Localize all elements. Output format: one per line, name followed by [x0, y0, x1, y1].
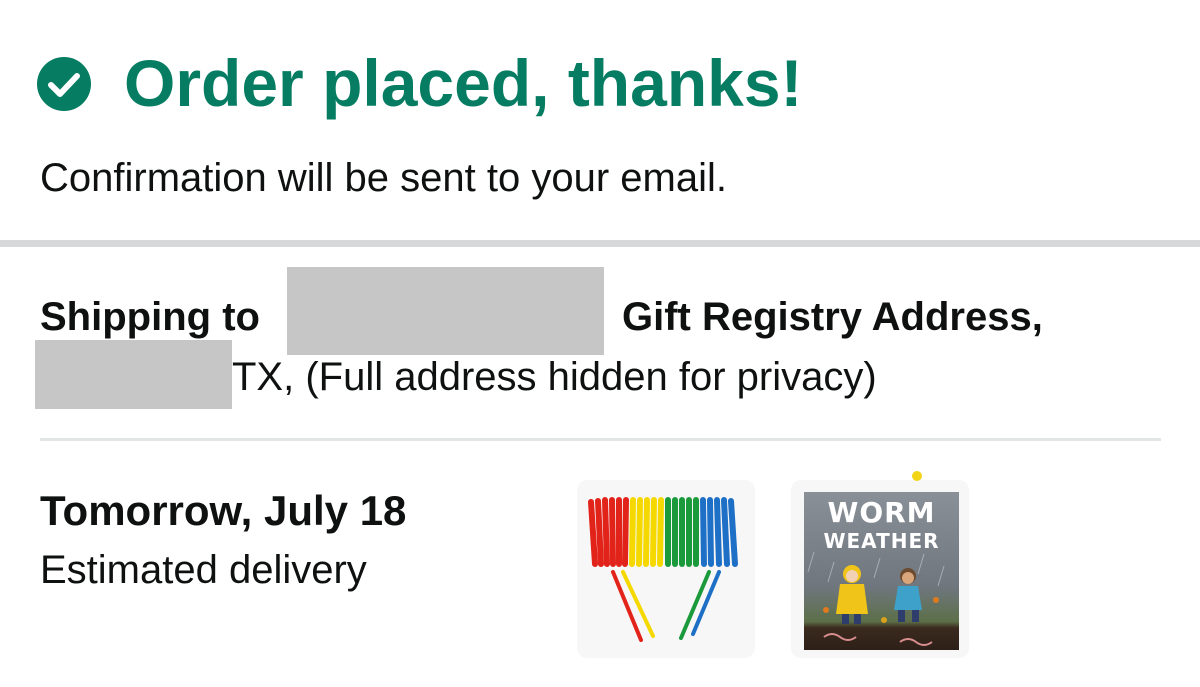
- check-circle-icon: [37, 57, 91, 111]
- shipping-address-line: TX, (Full address hidden for privacy): [232, 355, 877, 399]
- selection-indicator-dot: [912, 471, 922, 481]
- confirmation-message: Confirmation will be sent to your email.: [40, 156, 727, 200]
- product-thumbnail-straws[interactable]: [577, 480, 755, 658]
- product-thumbnail-book[interactable]: WORM WEATHER: [791, 480, 969, 658]
- worm-weather-book-cover-image: WORM WEATHER: [804, 492, 959, 650]
- delivery-divider: [40, 438, 1161, 441]
- shipping-prefix: Shipping to: [40, 295, 260, 339]
- book-cover-subtitle: WEATHER: [823, 529, 940, 553]
- gift-registry-address-label: Gift Registry Address,: [622, 295, 1043, 339]
- page-title: Order placed, thanks!: [124, 46, 803, 120]
- redacted-city-block: [35, 340, 232, 409]
- order-confirmation-header: Order placed, thanks! Confirmation will …: [0, 0, 1200, 240]
- section-divider: [0, 240, 1200, 247]
- redacted-name-block: [287, 267, 604, 355]
- delivery-date: Tomorrow, July 18: [40, 487, 407, 534]
- estimated-delivery-label: Estimated delivery: [40, 548, 367, 592]
- colored-straws-product-image: [588, 497, 738, 642]
- book-cover-title: WORM: [827, 496, 936, 529]
